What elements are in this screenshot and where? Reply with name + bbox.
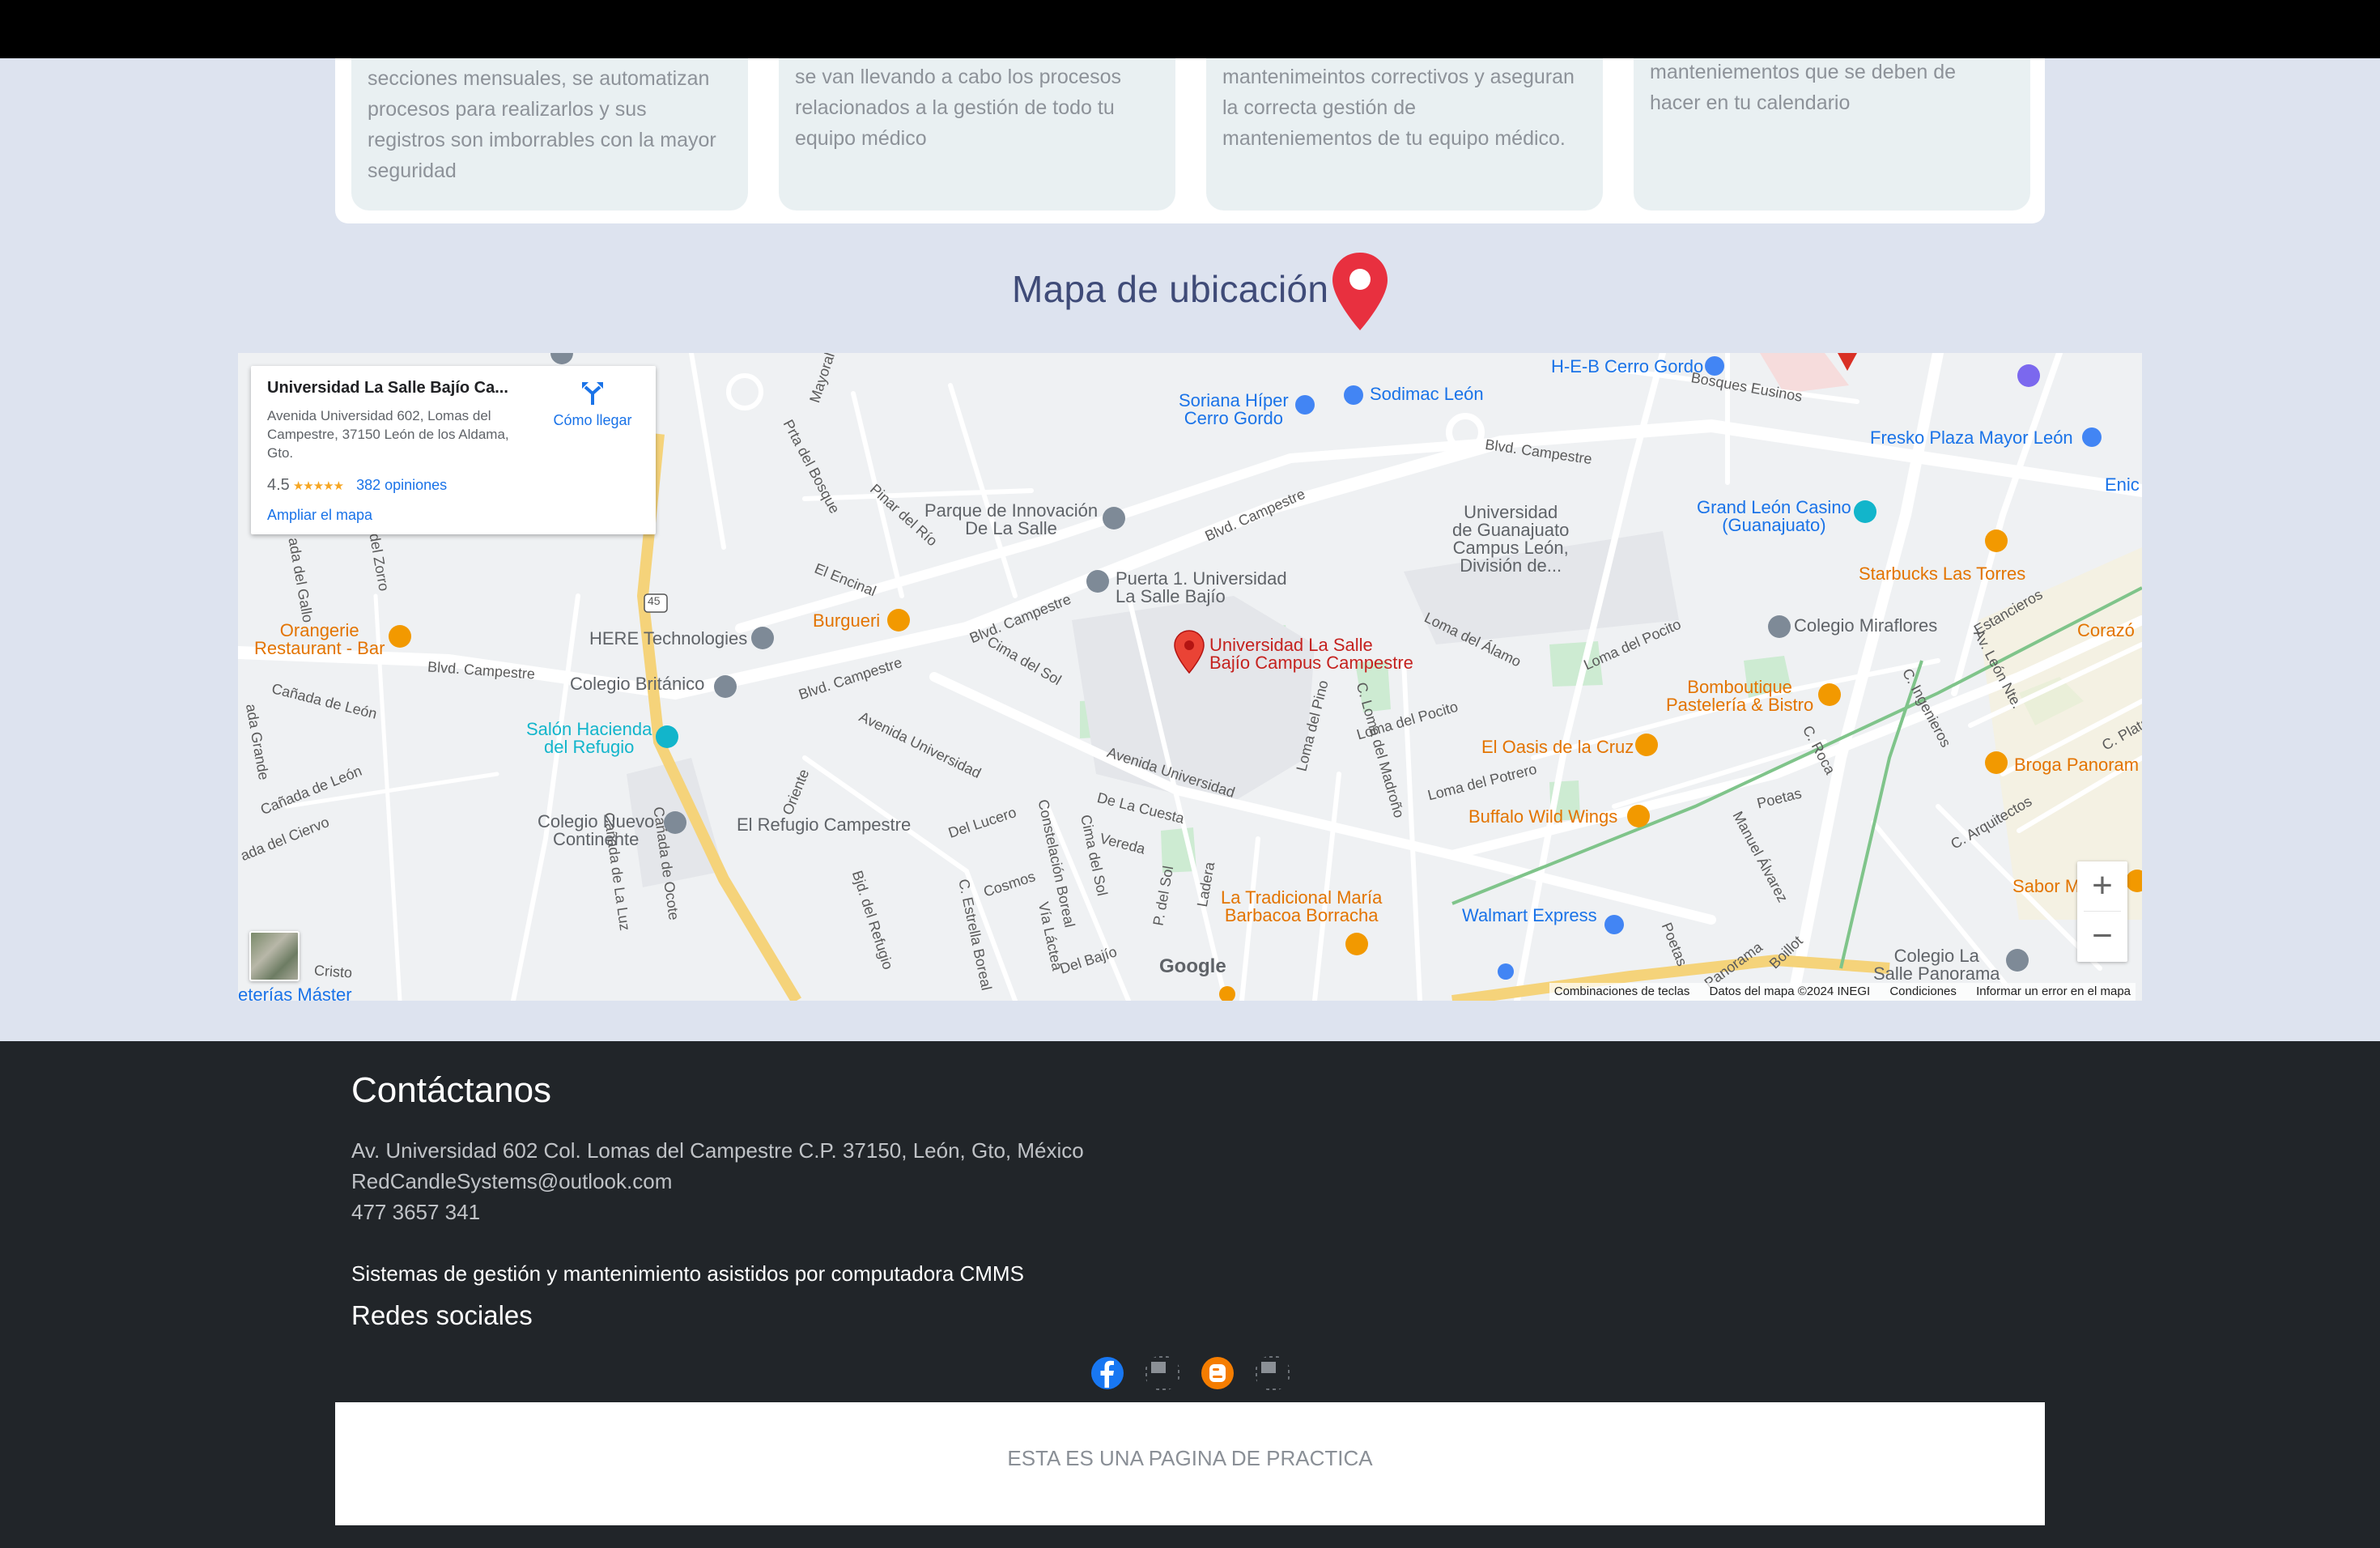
poi-orangerie[interactable]: Orangerie Restaurant - Bar [254, 622, 385, 657]
map-heading: Mapa de ubicación [0, 251, 2380, 340]
poi-tradicional[interactable]: La Tradicional María Barbacoa Borracha [1221, 889, 1382, 925]
poi-britanico[interactable]: Colegio Británico [570, 675, 704, 693]
street-label: Cristo [313, 962, 353, 981]
poi-burgueri[interactable]: Burgueri [813, 612, 880, 630]
poi-sodimac[interactable]: Sodimac León [1370, 385, 1484, 403]
card-3-line-3: manteniementos de tu equipo médico. [1222, 127, 1566, 150]
social-links [1090, 1355, 1290, 1391]
zoom-in-button[interactable]: + [2077, 861, 2127, 912]
rating-stars-icon: ★★★★★ [292, 479, 344, 493]
contact-title: Contáctanos [351, 1070, 552, 1110]
blogger-icon[interactable] [1200, 1355, 1235, 1391]
place-info-card: Universidad La Salle Bajío Ca... Avenida… [251, 366, 656, 534]
poi-soriana[interactable]: Soriana Híper Cerro Gordo [1179, 392, 1289, 427]
card-2-line-1: se van llevando a cabo los procesos [795, 66, 1122, 88]
poi-colegio-nuevo[interactable]: Colegio Nuevo Continente [538, 813, 654, 848]
larger-map-link[interactable]: Ampliar el mapa [267, 507, 372, 524]
poi-walmart[interactable]: Walmart Express [1462, 907, 1597, 925]
zoom-controls: + − [2077, 861, 2127, 962]
poi-bomboutique[interactable]: Bomboutique Pastelería & Bistro [1666, 678, 1813, 714]
card-2-line-2: relacionados a la gestión de todo tu [795, 96, 1115, 119]
twitter-icon[interactable] [1145, 1355, 1180, 1391]
poi-label: Continente [552, 829, 640, 849]
footer-tagline: Sistemas de gestión y mantenimiento asis… [351, 1261, 1024, 1286]
zoom-divider [2084, 911, 2121, 912]
reviews-link[interactable]: 382 opiniones [356, 477, 447, 493]
poi-label: La Salle Bajío [1116, 586, 1226, 606]
browser-top-bar [0, 0, 2380, 58]
card-1-line-4: seguridad [368, 159, 457, 182]
poi-buffalo[interactable]: Buffalo Wild Wings [1468, 808, 1617, 826]
poi-refugio-campestre[interactable]: El Refugio Campestre [737, 816, 911, 834]
rating-value: 4.5 [267, 476, 290, 494]
location-pin-icon [1332, 253, 1388, 330]
poi-label: Salle Panorama [1873, 963, 2000, 984]
card-1-line-3: registros son imborrables con la mayor [368, 129, 716, 151]
contact-email[interactable]: RedCandleSystems@outlook.com [351, 1166, 1084, 1197]
directions-button[interactable]: Cómo llegar [544, 379, 641, 429]
poi-label: del Refugio [544, 737, 635, 757]
poi-label: División de... [1460, 555, 1562, 576]
map-attribution: Combinaciones de teclas Datos del mapa ©… [1549, 983, 2136, 1001]
contact-address: Av. Universidad 602 Col. Lomas del Campe… [351, 1138, 1084, 1163]
footer: Contáctanos Av. Universidad 602 Col. Lom… [0, 1041, 2380, 1548]
poi-parque-innovacion[interactable]: Parque de Innovación De La Salle [924, 502, 1098, 538]
poi-grand-leon[interactable]: Grand León Casino (Guanajuato) [1697, 499, 1851, 534]
poi-label: Restaurant - Bar [254, 638, 385, 658]
place-title[interactable]: Universidad La Salle Bajío Ca... [267, 379, 526, 398]
poi-label: De La Salle [965, 518, 1057, 538]
poi-oasis[interactable]: El Oasis de la Cruz [1481, 738, 1634, 756]
contact-info: Av. Universidad 602 Col. Lomas del Campe… [351, 1135, 1084, 1227]
marker-label[interactable]: Universidad La Salle Bajío Campus Campest… [1209, 636, 1413, 672]
card-3-line-2: la correcta gestión de [1222, 96, 1417, 119]
highway-shield-label: 45 [648, 594, 661, 607]
poi-colegio-panorama[interactable]: Colegio La Salle Panorama [1873, 947, 2000, 983]
map-data-text: Datos del mapa ©2024 INEGI [1709, 985, 1871, 998]
poi-heb[interactable]: H-E-B Cerro Gordo [1551, 358, 1703, 376]
card-2-line-3: equipo médico [795, 127, 927, 150]
keyboard-shortcuts-link[interactable]: Combinaciones de teclas [1554, 985, 1690, 998]
poi-fresko[interactable]: Fresko Plaza Mayor León [1870, 429, 2073, 447]
card-1-line-2: procesos para realizarlos y sus [368, 98, 647, 121]
poi-enic[interactable]: Enic [2105, 476, 2140, 494]
poi-puerta-1[interactable]: Puerta 1. Universidad La Salle Bajío [1116, 570, 1287, 606]
practice-notice: ESTA ES UNA PAGINA DE PRACTICA [1007, 1446, 1373, 1470]
card-1-line-1: secciones mensuales, se automatizan [368, 67, 710, 90]
poi-label: Barbacoa Borracha [1224, 905, 1379, 925]
directions-icon [582, 382, 603, 405]
terms-link[interactable]: Condiciones [1889, 985, 1957, 998]
practice-notice-box: ESTA ES UNA PAGINA DE PRACTICA [335, 1402, 2045, 1525]
poi-miraflores[interactable]: Colegio Miraflores [1794, 617, 1937, 635]
map-title: Mapa de ubicación [1012, 268, 1329, 310]
social-title: Redes sociales [351, 1300, 533, 1330]
poi-salon-hacienda[interactable]: Salón Hacienda del Refugio [526, 721, 652, 756]
google-map[interactable]: Blvd. Campestre Blvd. Campestre Blvd. Ca… [238, 353, 2142, 1001]
contact-phone: 477 3657 341 [351, 1200, 481, 1224]
poi-ug[interactable]: Universidad de Guanajuato Campus León, Divi… [1452, 504, 1569, 575]
poi-corazon[interactable]: Corazó [2077, 622, 2135, 640]
poi-here[interactable]: HERE Technologies [589, 630, 747, 648]
card-4-line-2: hacer en tu calendario [1650, 91, 1851, 114]
zoom-out-button[interactable]: − [2077, 912, 2127, 962]
card-3-line-1: mantenimeintos correctivos y aseguran [1222, 66, 1575, 88]
place-address: Avenida Universidad 602, Lomas del Campe… [267, 408, 509, 461]
place-rating: 4.5 ★★★★★ 382 opiniones [267, 476, 447, 495]
map-marker-icon[interactable] [1174, 630, 1205, 674]
poi-sabor[interactable]: Sabor M [2012, 878, 2080, 895]
poi-label: Cerro Gordo [1184, 408, 1284, 428]
poi-masters[interactable]: eterías Máster [238, 986, 352, 1002]
satellite-toggle-button[interactable] [249, 931, 300, 981]
report-error-link[interactable]: Informar un error en el mapa [1976, 985, 2131, 998]
poi-starbucks[interactable]: Starbucks Las Torres [1859, 565, 2025, 583]
marker-label-line: Bajío Campus Campestre [1209, 653, 1413, 673]
poi-label: Pastelería & Bistro [1666, 695, 1814, 715]
poi-label: (Guanajuato) [1722, 515, 1826, 535]
facebook-icon[interactable] [1090, 1355, 1125, 1391]
directions-label: Cómo llegar [553, 412, 632, 428]
google-logo: Google [1159, 955, 1226, 977]
card-4-line-1: manteniementos que se deben de [1650, 61, 1957, 83]
poi-broga[interactable]: Broga Panoram [2014, 756, 2139, 774]
instagram-icon[interactable] [1255, 1355, 1290, 1391]
